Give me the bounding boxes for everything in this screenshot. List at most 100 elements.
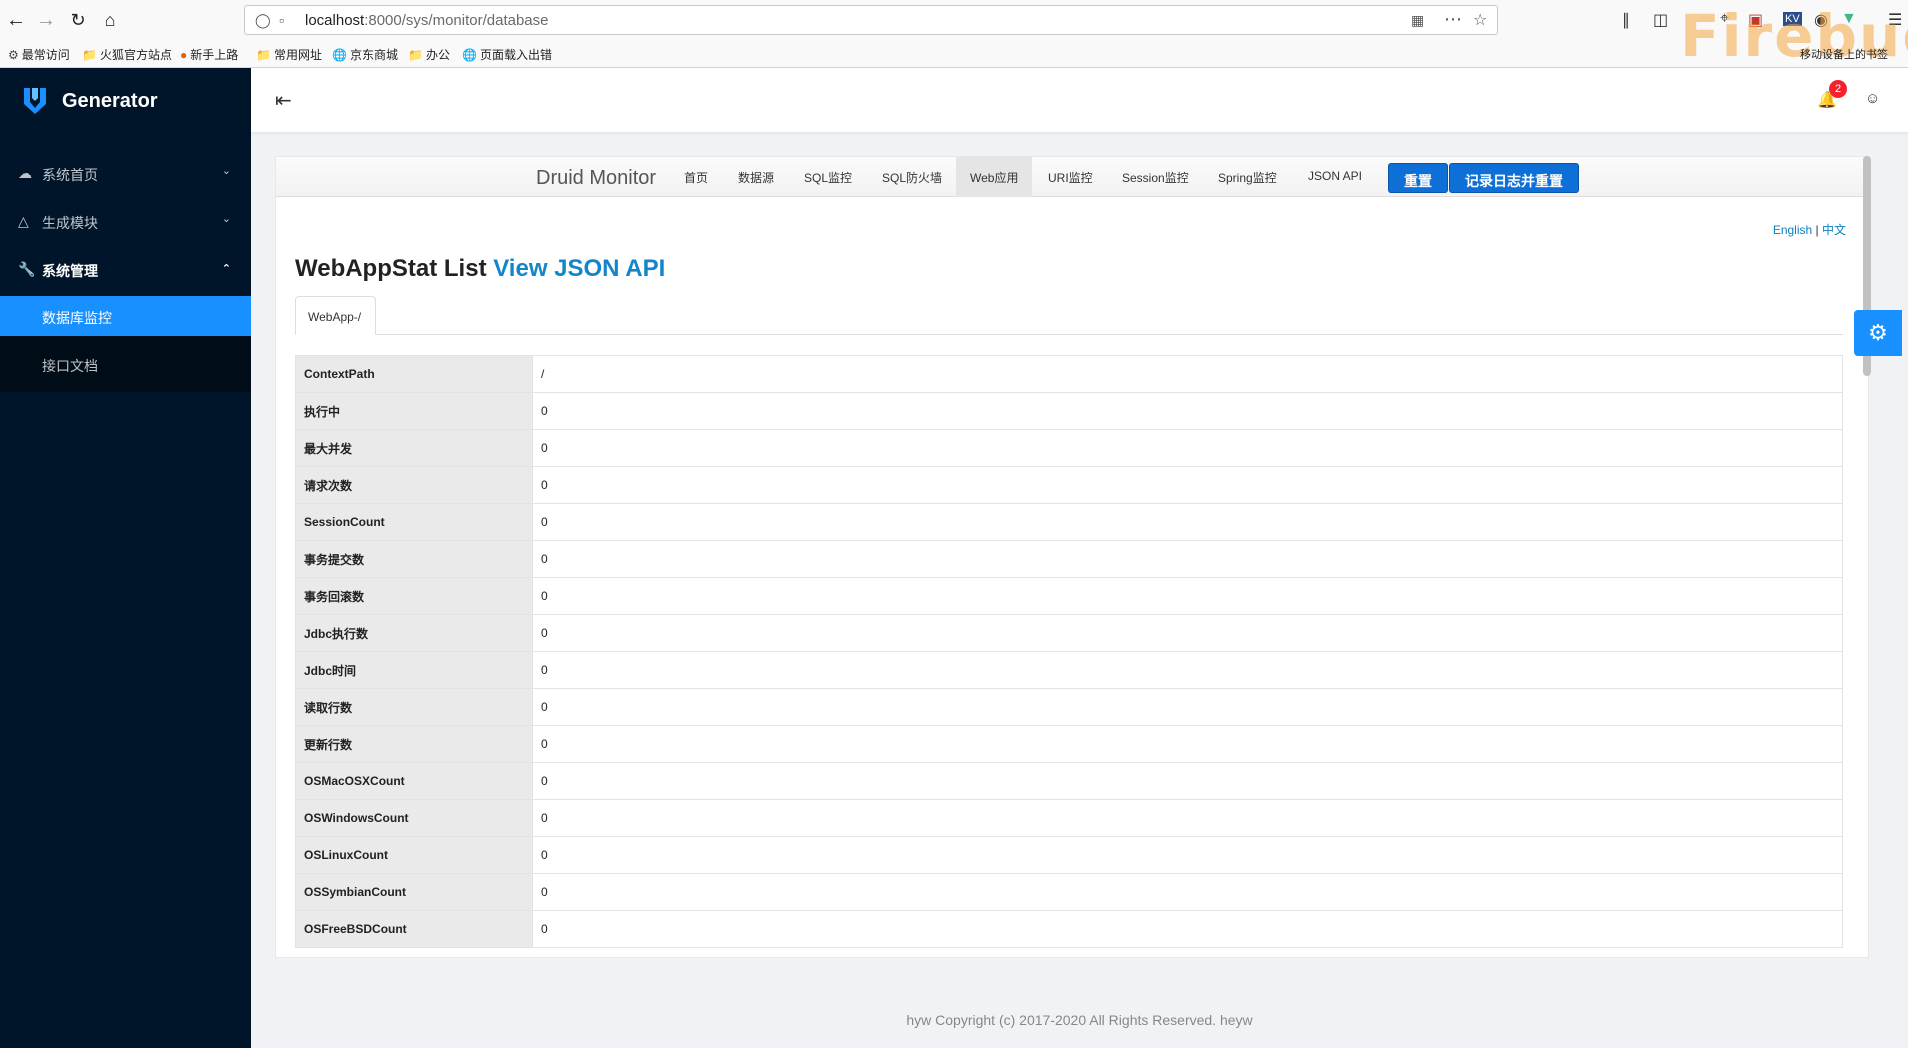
tab-sql-monitor[interactable]: SQL监控: [804, 169, 852, 186]
stat-value: 0: [532, 910, 1843, 948]
cloud-icon: ☁: [18, 165, 32, 181]
stat-key: 更新行数: [295, 725, 533, 763]
tab-spring-monitor[interactable]: Spring监控: [1218, 169, 1277, 186]
settings-gear-icon[interactable]: ⚙: [1854, 310, 1902, 356]
globe-icon: 🌐: [462, 48, 477, 62]
tab-webapp-root[interactable]: WebApp-/: [295, 296, 376, 335]
chevron-down-icon: ⌄: [221, 165, 231, 177]
chevron-down-icon: ⌄: [221, 213, 231, 225]
sidebar: Generator ☁ 系统首页 ⌄ △ 生成模块 ⌄ 🔧 系统管理 ⌃ 数据库…: [0, 68, 251, 1048]
tab-session-monitor[interactable]: Session监控: [1122, 169, 1189, 186]
table-row: ContextPath /: [295, 355, 1843, 393]
table-row: 事务回滚数 0: [295, 577, 1843, 615]
bookmark-office[interactable]: 📁 办公: [408, 46, 450, 63]
bookmark-firefox-site[interactable]: 📁 火狐官方站点: [82, 46, 172, 63]
stat-value: 0: [532, 429, 1843, 467]
view-json-api-link[interactable]: View JSON API: [493, 255, 665, 282]
menu-item-home[interactable]: ☁ 系统首页 ⌄: [0, 150, 251, 198]
url-bar[interactable]: ◯ ▫ localhost:8000/sys/monitor/database …: [244, 5, 1498, 35]
url-text[interactable]: localhost:8000/sys/monitor/database: [305, 12, 548, 29]
stat-key: SessionCount: [295, 503, 533, 541]
table-row: OSSymbianCount 0: [295, 873, 1843, 911]
firefox-icon: ●: [180, 48, 188, 62]
table-row: 读取行数 0: [295, 688, 1843, 726]
chevron-up-icon: ⌃: [221, 263, 231, 275]
bookmark-common-sites[interactable]: 📁 常用网址: [256, 46, 322, 63]
lang-english-link[interactable]: English: [1773, 223, 1812, 237]
table-row: 更新行数 0: [295, 725, 1843, 763]
browser-toolbar: ← → ↻ ⌂ ◯ ▫ localhost:8000/sys/monitor/d…: [0, 0, 1908, 70]
page-icon[interactable]: ▫: [279, 12, 284, 28]
stat-key: Jdbc执行数: [295, 614, 533, 652]
sidebar-item-db-monitor[interactable]: 数据库监控: [0, 296, 251, 336]
stat-key: 事务提交数: [295, 540, 533, 578]
stat-value: 0: [532, 503, 1843, 541]
tab-json-api[interactable]: JSON API: [1308, 169, 1362, 183]
tab-sql-firewall[interactable]: SQL防火墙: [882, 169, 942, 186]
stat-key: Jdbc时间: [295, 651, 533, 689]
page-title: WebAppStat List View JSON API: [295, 255, 665, 283]
table-row: Jdbc执行数 0: [295, 614, 1843, 652]
tab-uri-monitor[interactable]: URI监控: [1048, 169, 1093, 186]
bookmark-most-visited[interactable]: ⚙ 最常访问: [8, 46, 70, 63]
druid-brand[interactable]: Druid Monitor: [536, 167, 656, 190]
page-footer: hyw Copyright (c) 2017-2020 All Rights R…: [906, 1012, 1253, 1028]
sidebar-item-label: 数据库监控: [42, 310, 112, 326]
mobile-bookmarks[interactable]: 移动设备上的书签: [1800, 46, 1888, 62]
stat-key: 执行中: [295, 392, 533, 430]
forward-arrow-icon[interactable]: →: [34, 8, 58, 32]
table-row: Jdbc时间 0: [295, 651, 1843, 689]
stat-value: 0: [532, 577, 1843, 615]
logo[interactable]: Generator: [0, 68, 251, 132]
menu-fold-icon[interactable]: ⇤: [275, 88, 292, 113]
tab-home[interactable]: 首页: [684, 169, 708, 186]
folder-icon: 📁: [408, 48, 423, 62]
tab-datasource[interactable]: 数据源: [738, 169, 774, 186]
bookmark-load-error[interactable]: 🌐 页面载入出错: [462, 46, 552, 63]
qr-code-icon[interactable]: ▦: [1411, 12, 1424, 29]
webapp-stat-table: ContextPath / 执行中 0 最大并发 0 请求次数 0 SessionCount 0 事…: [295, 355, 1843, 948]
shield-icon[interactable]: ◯: [255, 12, 271, 29]
sidebar-item-api-docs[interactable]: 接口文档: [0, 344, 251, 384]
tab-web-app[interactable]: Web应用: [956, 157, 1033, 197]
menu-item-generate[interactable]: △ 生成模块 ⌄: [0, 198, 251, 246]
home-icon[interactable]: ⌂: [98, 8, 122, 32]
system-submenu: 数据库监控 接口文档: [0, 296, 251, 392]
table-row: 执行中 0: [295, 392, 1843, 430]
reload-icon[interactable]: ↻: [66, 8, 90, 32]
stat-value: 0: [532, 392, 1843, 430]
stat-value: 0: [532, 762, 1843, 800]
bookmark-getting-started[interactable]: ● 新手上路: [180, 46, 238, 63]
logo-text: Generator: [62, 90, 158, 112]
stat-key: OSSymbianCount: [295, 873, 533, 911]
stat-value: 0: [532, 614, 1843, 652]
stat-key: OSLinuxCount: [295, 836, 533, 874]
stat-key: OSWindowsCount: [295, 799, 533, 837]
reset-button[interactable]: 重置: [1388, 163, 1448, 193]
table-row: SessionCount 0: [295, 503, 1843, 541]
table-row: OSWindowsCount 0: [295, 799, 1843, 837]
stat-value: /: [532, 355, 1843, 393]
druid-monitor-frame: Druid Monitor 首页 数据源 SQL监控 SQL防火墙 Web应用 …: [275, 156, 1869, 958]
browser-nav-row: ← → ↻ ⌂ ◯ ▫ localhost:8000/sys/monitor/d…: [0, 0, 1908, 70]
stat-value: 0: [532, 799, 1843, 837]
library-icon[interactable]: ∥: [1622, 10, 1630, 30]
star-icon[interactable]: ☆: [1473, 10, 1487, 30]
sidebar-toggle-icon[interactable]: ◫: [1653, 10, 1668, 30]
stat-key: OSMacOSXCount: [295, 762, 533, 800]
bookmark-jd[interactable]: 🌐 京东商城: [332, 46, 398, 63]
menu-item-system[interactable]: 🔧 系统管理 ⌃: [0, 246, 251, 294]
more-actions-icon[interactable]: ⋯: [1444, 9, 1462, 30]
log-and-reset-button[interactable]: 记录日志并重置: [1449, 163, 1579, 193]
lang-chinese-link[interactable]: 中文: [1822, 223, 1846, 237]
notification-badge: 2: [1829, 80, 1847, 98]
logo-icon: [24, 88, 46, 114]
cluster-icon: △: [18, 213, 29, 229]
menu-item-label: 系统首页: [42, 167, 98, 183]
page-title-text: WebAppStat List: [295, 255, 487, 282]
back-arrow-icon[interactable]: ←: [4, 8, 28, 32]
lang-separator: |: [1815, 223, 1819, 237]
stat-value: 0: [532, 651, 1843, 689]
menu-item-label: 系统管理: [42, 263, 98, 279]
user-icon[interactable]: ☺: [1865, 90, 1880, 107]
